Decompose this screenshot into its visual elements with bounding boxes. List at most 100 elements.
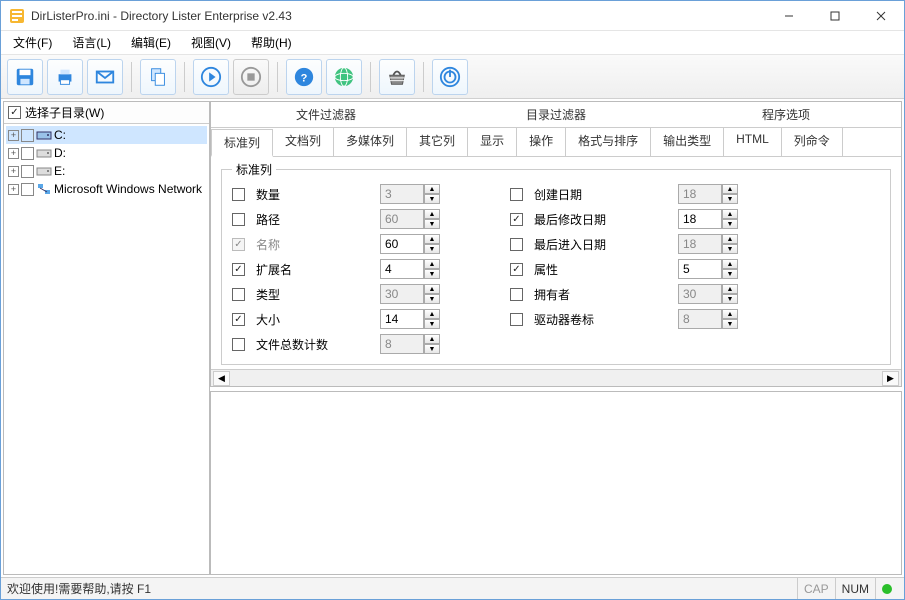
column-checkbox[interactable]	[510, 288, 523, 301]
power-button[interactable]	[432, 59, 468, 95]
tree-checkbox[interactable]	[21, 147, 34, 160]
basket-button[interactable]	[379, 59, 415, 95]
svg-text:?: ?	[301, 72, 308, 84]
group-legend: 标准列	[232, 161, 276, 178]
play-button[interactable]	[193, 59, 229, 95]
menu-file[interactable]: 文件(F)	[9, 32, 56, 53]
subtab-multimedia-columns[interactable]: 多媒体列	[334, 128, 407, 156]
top-tab-dir-filter[interactable]: 目录过滤器	[441, 102, 671, 127]
tree-node-d[interactable]: + D:	[6, 144, 207, 162]
width-input	[380, 334, 424, 354]
column-checkbox[interactable]	[510, 213, 523, 226]
column-checkbox[interactable]	[510, 263, 523, 276]
spin-down-icon: ▼	[424, 194, 440, 204]
width-input	[678, 284, 722, 304]
tree-checkbox[interactable]	[21, 183, 34, 196]
spin-down-icon[interactable]: ▼	[722, 219, 738, 229]
maximize-button[interactable]	[812, 1, 858, 31]
minimize-button[interactable]	[766, 1, 812, 31]
spin-down-icon[interactable]: ▼	[722, 269, 738, 279]
column-checkbox[interactable]	[232, 213, 245, 226]
spin-down-icon[interactable]: ▼	[424, 319, 440, 329]
stop-button[interactable]	[233, 59, 269, 95]
drive-icon	[36, 127, 52, 143]
top-tab-program-options[interactable]: 程序选项	[671, 102, 901, 127]
expand-icon[interactable]: +	[8, 166, 19, 177]
spin-up-icon: ▲	[722, 309, 738, 319]
copy-button[interactable]	[140, 59, 176, 95]
subtab-display[interactable]: 显示	[468, 128, 517, 156]
status-text: 欢迎使用!需要帮助,请按 F1	[7, 580, 151, 597]
tree-node-network[interactable]: + Microsoft Windows Network	[6, 180, 207, 198]
status-num: NUM	[835, 578, 875, 599]
top-tab-file-filter[interactable]: 文件过滤器	[211, 102, 441, 127]
menu-help[interactable]: 帮助(H)	[247, 32, 296, 53]
spin-up-icon[interactable]: ▲	[424, 259, 440, 269]
spin-down-icon: ▼	[722, 319, 738, 329]
menu-view[interactable]: 视图(V)	[187, 32, 235, 53]
save-button[interactable]	[7, 59, 43, 95]
spin-up-icon[interactable]: ▲	[424, 309, 440, 319]
menubar: 文件(F) 语言(L) 编辑(E) 视图(V) 帮助(H)	[1, 31, 904, 55]
column-checkbox[interactable]	[232, 188, 245, 201]
column-label: 最后修改日期	[534, 211, 674, 228]
select-subdir-checkbox[interactable]	[8, 106, 21, 119]
subtab-other-columns[interactable]: 其它列	[407, 128, 468, 156]
tree-node-label: D:	[54, 146, 66, 160]
expand-icon[interactable]: +	[8, 148, 19, 159]
width-spinner[interactable]: ▲▼	[380, 259, 442, 279]
width-input	[678, 184, 722, 204]
menu-edit[interactable]: 编辑(E)	[127, 32, 175, 53]
subtab-operation[interactable]: 操作	[517, 128, 566, 156]
subtab-output-type[interactable]: 输出类型	[651, 128, 724, 156]
column-checkbox[interactable]	[232, 313, 245, 326]
tree-checkbox[interactable]	[21, 129, 34, 142]
spin-up-icon: ▲	[722, 284, 738, 294]
column-checkbox[interactable]	[510, 238, 523, 251]
tree-node-e[interactable]: + E:	[6, 162, 207, 180]
width-spinner[interactable]: ▲▼	[380, 309, 442, 329]
menu-language[interactable]: 语言(L)	[68, 32, 115, 53]
width-input	[678, 309, 722, 329]
width-input[interactable]	[678, 259, 722, 279]
column-checkbox[interactable]	[232, 263, 245, 276]
width-input[interactable]	[380, 259, 424, 279]
tree-node-c[interactable]: + C:	[6, 126, 207, 144]
tree-checkbox[interactable]	[21, 165, 34, 178]
print-button[interactable]	[47, 59, 83, 95]
subtab-column-command[interactable]: 列命令	[782, 128, 843, 156]
expand-icon[interactable]: +	[8, 184, 19, 195]
close-button[interactable]	[858, 1, 904, 31]
column-checkbox[interactable]	[232, 338, 245, 351]
column-checkbox[interactable]	[510, 313, 523, 326]
width-spinner[interactable]: ▲▼	[678, 209, 740, 229]
help-button[interactable]: ?	[286, 59, 322, 95]
column-checkbox[interactable]	[232, 238, 245, 251]
subtab-format-sort[interactable]: 格式与排序	[566, 128, 651, 156]
scroll-right-icon[interactable]: ▶	[882, 371, 899, 386]
width-spinner[interactable]: ▲▼	[678, 259, 740, 279]
spin-up-icon[interactable]: ▲	[424, 234, 440, 244]
width-input[interactable]	[380, 234, 424, 254]
column-checkbox[interactable]	[510, 188, 523, 201]
spin-up-icon[interactable]: ▲	[722, 259, 738, 269]
tree-node-label: C:	[54, 128, 66, 142]
spin-down-icon[interactable]: ▼	[424, 244, 440, 254]
width-spinner[interactable]: ▲▼	[380, 234, 442, 254]
subtab-document-columns[interactable]: 文档列	[273, 128, 334, 156]
spin-up-icon[interactable]: ▲	[722, 209, 738, 219]
mail-button[interactable]	[87, 59, 123, 95]
column-label: 数量	[256, 186, 376, 203]
width-input[interactable]	[678, 209, 722, 229]
column-label: 创建日期	[534, 186, 674, 203]
directory-tree[interactable]: + C: + D: + E: + Microsoft Win	[4, 124, 209, 574]
globe-button[interactable]	[326, 59, 362, 95]
width-input[interactable]	[380, 309, 424, 329]
expand-icon[interactable]: +	[8, 130, 19, 141]
column-checkbox[interactable]	[232, 288, 245, 301]
horizontal-scrollbar[interactable]: ◀ ▶	[211, 369, 901, 386]
scroll-left-icon[interactable]: ◀	[213, 371, 230, 386]
subtab-standard-columns[interactable]: 标准列	[211, 129, 273, 157]
subtab-html[interactable]: HTML	[724, 128, 782, 156]
spin-down-icon[interactable]: ▼	[424, 269, 440, 279]
